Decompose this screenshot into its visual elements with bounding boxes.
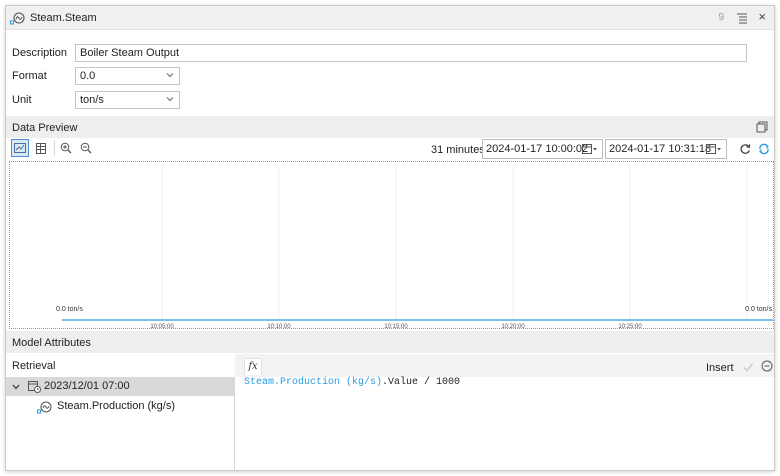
chart-icon [14,143,26,153]
description-label: Description [12,47,68,59]
retrieval-label: Retrieval [12,360,56,372]
collapse-circle-icon[interactable] [761,360,773,372]
data-preview-title: Data Preview [12,122,78,134]
data-preview-chart[interactable]: 10:05:00 10:10:00 10:15:00 10:20:00 10:25:00… [9,161,774,330]
panel-window: Steam.Steam 9 × Description Format 0.0 U… [5,5,775,471]
chevron-down-icon[interactable] [12,383,20,391]
close-icon[interactable]: × [758,9,766,24]
table-icon [36,142,46,154]
formula-editor[interactable]: Steam.Production (kg/s).Value / 1000 [244,377,460,388]
reference-count: 9 [718,12,724,23]
end-datetime-picker[interactable]: 2024-01-17 10:31:18 [605,139,727,159]
format-label: Format [12,70,47,82]
formula-reference: Steam.Production (kg/s) [244,377,383,388]
tree-child-label: Steam.Production (kg/s) [57,400,175,412]
check-icon[interactable] [742,361,754,373]
insert-button[interactable]: Insert [706,362,734,374]
tag-icon [37,401,52,414]
start-datetime-picker[interactable]: 2024-01-17 10:00:02 [482,139,603,159]
zoom-in-button[interactable] [57,139,75,157]
chevron-down-icon [166,73,174,78]
description-field[interactable] [75,44,747,62]
chart-view-button[interactable] [11,139,29,157]
formula-expression: .Value / 1000 [382,377,461,388]
formula-toolbar [235,354,774,377]
fx-tab[interactable]: fx [244,358,262,375]
calendar-dropdown-icon [706,144,721,154]
x-tick-label: 10:15:00 [384,324,408,330]
auto-refresh-icon[interactable] [758,143,770,155]
page-title: Steam.Steam [30,12,97,24]
x-tick-label: 10:20:00 [501,324,525,330]
end-datetime-value: 2024-01-17 10:31:18 [609,143,712,155]
data-preview-header: Data Preview [6,116,774,138]
unit-label: Unit [12,94,32,106]
toolbar-divider [54,140,55,156]
title-bar: Steam.Steam 9 × [6,6,774,30]
zoom-out-button[interactable] [77,139,95,157]
model-attributes-title: Model Attributes [12,337,91,349]
x-tick-label: 10:05:00 [150,324,174,330]
right-value-label: 0.0 ton/s [745,306,772,313]
chevron-down-icon [166,97,174,102]
filter-list-icon[interactable] [736,12,748,24]
start-datetime-value: 2024-01-17 10:00:02 [486,143,589,155]
refresh-icon[interactable] [739,143,751,155]
tree-row-retrieval[interactable]: 2023/12/01 07:00 [6,377,235,396]
format-value: 0.0 [80,70,96,82]
duration-label: 31 minutes [431,144,485,156]
unit-select[interactable]: ton/s [75,91,180,109]
model-attributes-header: Model Attributes [6,331,774,353]
unit-value: ton/s [80,94,104,106]
table-view-button[interactable] [32,139,50,157]
zoom-out-icon [80,142,92,154]
restore-window-icon[interactable] [756,121,768,133]
x-tick-label: 10:25:00 [618,324,642,330]
retrieval-tree: 2023/12/01 07:00 Steam.Production (kg/s) [6,377,235,470]
chart-canvas: 10:05:00 10:10:00 10:15:00 10:20:00 10:25:00… [56,166,773,330]
tree-date-label: 2023/12/01 07:00 [44,380,130,392]
format-select[interactable]: 0.0 [75,67,180,85]
calendar-dropdown-icon [582,144,597,154]
tag-icon [10,12,25,25]
tree-row-production[interactable]: Steam.Production (kg/s) [6,397,235,416]
left-value-label: 0.0 ton/s [56,306,83,313]
x-tick-label: 10:10:00 [267,324,291,330]
calendar-clock-icon [28,381,41,393]
zoom-in-icon [60,142,72,154]
